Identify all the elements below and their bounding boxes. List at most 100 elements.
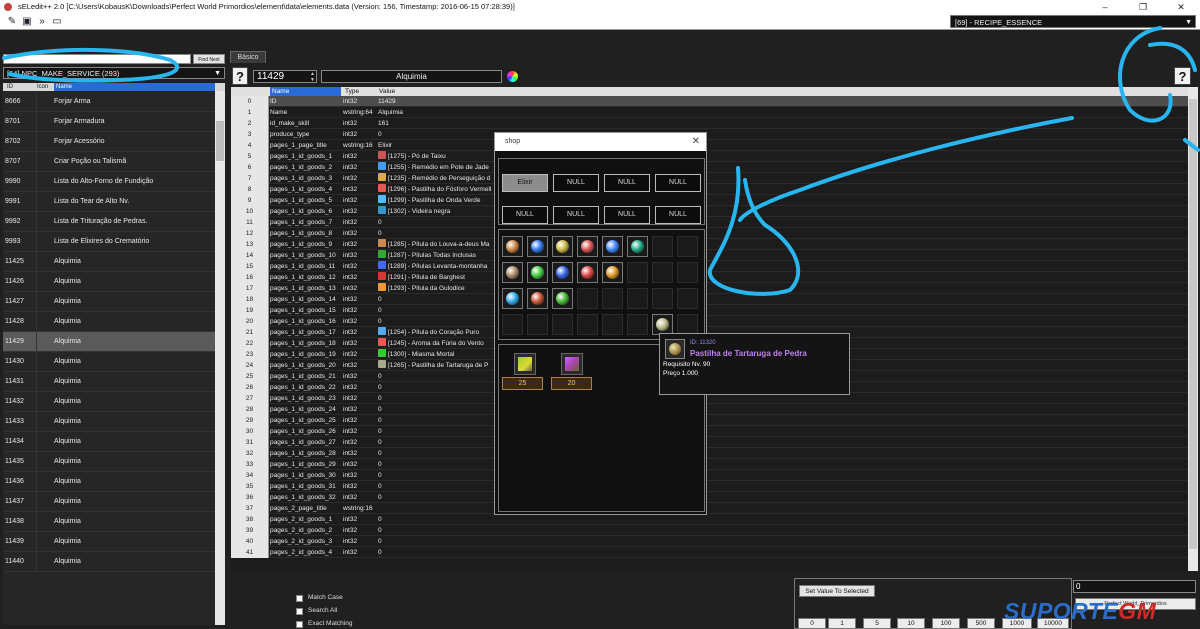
field-value[interactable]: 0	[378, 525, 382, 536]
field-value[interactable]: 0	[378, 437, 382, 448]
grid-row[interactable]: 2 id_make_skill int32 161	[231, 118, 1188, 129]
field-value[interactable]: Alquimia	[378, 107, 403, 118]
quick-value-button[interactable]: 1	[828, 618, 856, 629]
page-tab[interactable]: NULL	[553, 206, 599, 224]
goods-slot[interactable]	[677, 288, 698, 309]
grid-row[interactable]: 13 pages_1_id_goods_9 int32 [1285] - Pílula…	[231, 239, 1188, 250]
field-value[interactable]: 0	[378, 415, 382, 426]
goods-slot[interactable]	[577, 236, 598, 257]
list-item[interactable]: 11438 Alquimia	[3, 512, 215, 532]
grid-row[interactable]: 37 pages_2_page_title wstring:16	[231, 503, 1188, 514]
field-value[interactable]: 11429	[378, 96, 396, 107]
goods-slot[interactable]	[627, 262, 648, 283]
page-tab[interactable]: NULL	[655, 206, 701, 224]
monitor-icon[interactable]: ▭	[51, 16, 63, 28]
goods-slot[interactable]	[527, 314, 548, 335]
field-value[interactable]: [1285] - Pílula do Louva-a-deus Ma	[378, 239, 490, 250]
goods-slot[interactable]	[502, 262, 523, 283]
close-icon[interactable]: ✕	[1162, 0, 1200, 14]
field-value[interactable]: 0	[378, 217, 382, 228]
material-slot[interactable]	[514, 353, 536, 375]
list-item[interactable]: 11431 Alquimia	[3, 372, 215, 392]
material-slot[interactable]	[561, 353, 583, 375]
scroll-thumb[interactable]	[1189, 99, 1197, 549]
grid-row[interactable]: 14 pages_1_id_goods_10 int32 [1287] - Pílul…	[231, 250, 1188, 261]
header-id[interactable]: ID	[7, 83, 13, 91]
field-value[interactable]: 0	[378, 393, 382, 404]
item-id-field[interactable]: 11429 ▲ ▼	[253, 70, 317, 83]
grid-row[interactable]: 40 pages_2_id_goods_3 int32 0	[231, 536, 1188, 547]
field-value[interactable]: [1300] - Miasma Mortal	[378, 349, 454, 360]
field-value[interactable]: 0	[378, 536, 382, 547]
search-all-checkbox[interactable]	[296, 608, 303, 615]
grid-row[interactable]: 20 pages_1_id_goods_16 int32 0	[231, 316, 1188, 327]
grid-row[interactable]: 38 pages_2_id_goods_1 int32 0	[231, 514, 1188, 525]
quick-value-button[interactable]: 500	[967, 618, 995, 629]
field-value[interactable]: [1255] - Remédio em Pote de Jade	[378, 162, 489, 173]
goods-slot[interactable]	[577, 314, 598, 335]
list-item[interactable]: 8707 Criar Poção ou Talismã	[3, 152, 215, 172]
grid-row[interactable]: 8 pages_1_id_goods_4 int32 [1296] - Pastilh…	[231, 184, 1188, 195]
field-value[interactable]: 0	[378, 481, 382, 492]
value-input[interactable]: 0	[1073, 580, 1196, 593]
goods-slot[interactable]	[602, 314, 623, 335]
left-scrollbar[interactable]	[215, 91, 225, 625]
goods-slot[interactable]	[577, 262, 598, 283]
page-tab[interactable]: NULL	[655, 174, 701, 192]
grid-row[interactable]: 39 pages_2_id_goods_2 int32 0	[231, 525, 1188, 536]
list-item[interactable]: 11427 Alquimia	[3, 292, 215, 312]
field-value[interactable]: 0	[378, 305, 382, 316]
grid-row[interactable]: 33 pages_1_id_goods_29 int32 0	[231, 459, 1188, 470]
grid-row[interactable]: 41 pages_2_id_goods_4 int32 0	[231, 547, 1188, 558]
grid-row[interactable]: 34 pages_1_id_goods_30 int32 0	[231, 470, 1188, 481]
field-value[interactable]: 0	[378, 228, 382, 239]
double-chevron-icon[interactable]: »	[36, 16, 48, 28]
scroll-thumb[interactable]	[216, 121, 224, 161]
goods-slot[interactable]	[527, 288, 548, 309]
quick-value-button[interactable]: 10	[897, 618, 925, 629]
header-name[interactable]: Name	[54, 83, 215, 91]
field-value[interactable]: 0	[378, 470, 382, 481]
list-item[interactable]: 8701 Forjar Armadura	[3, 112, 215, 132]
grid-row[interactable]: 35 pages_1_id_goods_31 int32 0	[231, 481, 1188, 492]
goods-slot[interactable]	[677, 262, 698, 283]
list-item[interactable]: 11440 Alquimia	[3, 552, 215, 572]
goods-slot[interactable]	[677, 236, 698, 257]
category-dropdown[interactable]: [54] NPC_MAKE_SERVICE (293) ▼	[3, 67, 225, 79]
goods-slot[interactable]	[652, 236, 673, 257]
list-item[interactable]: 9991 Lista do Tear de Alto Nv.	[3, 192, 215, 212]
grid-row[interactable]: 19 pages_1_id_goods_15 int32 0	[231, 305, 1188, 316]
field-value[interactable]: 0	[378, 294, 382, 305]
field-value[interactable]: 161	[378, 118, 389, 129]
list-item[interactable]: 11434 Alquimia	[3, 432, 215, 452]
grid-row[interactable]: 6 pages_1_id_goods_2 int32 [1255] - Remédio…	[231, 162, 1188, 173]
list-item[interactable]: 9993 Lista de Elixires do Crematório	[3, 232, 215, 252]
quick-value-button[interactable]: 5	[863, 618, 891, 629]
field-value[interactable]: [1235] - Remédio de Perseguição d	[378, 173, 490, 184]
field-value[interactable]: [1293] - Pílula da Gulodice	[378, 283, 465, 294]
list-item[interactable]: 11428 Alquimia	[3, 312, 215, 332]
grid-row[interactable]: ▶0IDint3211429	[231, 96, 1188, 107]
field-value[interactable]: 0	[378, 459, 382, 470]
field-value[interactable]: [1245] - Aroma da Fúria do Vento	[378, 338, 484, 349]
list-item[interactable]: 11432 Alquimia	[3, 392, 215, 412]
search-input[interactable]	[3, 54, 191, 64]
spinner-icon[interactable]: ▲ ▼	[310, 71, 315, 83]
list-item[interactable]: 11430 Alquimia	[3, 352, 215, 372]
goods-slot[interactable]	[552, 314, 573, 335]
list-item[interactable]: 11429 Alquimia	[3, 332, 215, 352]
list-item[interactable]: 8666 Forjar Arma	[3, 92, 215, 112]
grid-row[interactable]: 9 pages_1_id_goods_5 int32 [1299] - Pastilh…	[231, 195, 1188, 206]
grid-row[interactable]: 32 pages_1_id_goods_28 int32 0	[231, 448, 1188, 459]
exact-matching-checkbox[interactable]	[296, 621, 303, 628]
wand-icon[interactable]: ✎	[6, 16, 18, 28]
header-value[interactable]: Value	[379, 87, 395, 96]
list-selector-dropdown[interactable]: [69] - RECIPE_ESSENCE ▼	[950, 15, 1196, 28]
goods-slot[interactable]	[652, 262, 673, 283]
grid-row[interactable]: 7 pages_1_id_goods_3 int32 [1235] - Remédio…	[231, 173, 1188, 184]
field-value[interactable]: 0	[378, 382, 382, 393]
field-value[interactable]: [1254] - Pílula do Coração Puro	[378, 327, 479, 338]
field-value[interactable]: [1287] - Pílulas Todas Inclusas	[378, 250, 476, 261]
field-value[interactable]: [1302] - Videira negra	[378, 206, 450, 217]
goods-slot[interactable]	[602, 262, 623, 283]
